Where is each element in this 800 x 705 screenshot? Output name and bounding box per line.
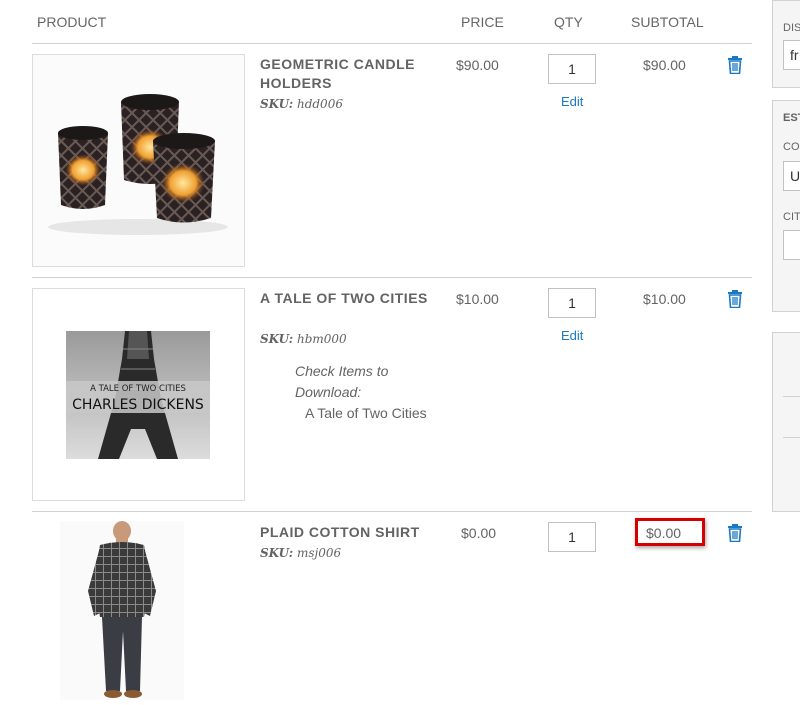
product-name-link[interactable]: GEOMETRIC CANDLE HOLDERS (260, 55, 435, 93)
totals-panel (772, 332, 800, 512)
sku-label: SKU: (260, 332, 294, 346)
trash-icon[interactable] (727, 524, 743, 542)
product-image-tale-of-two-cities[interactable]: A TALE OF TWO CITIES CHARLES DICKENS (32, 288, 245, 501)
item-subtotal: $90.00 (643, 57, 686, 73)
discount-label: DIS (783, 22, 800, 34)
cover-author-text: CHARLES DICKENS (72, 397, 204, 413)
discount-input[interactable]: fr (783, 40, 800, 70)
estimate-title: EST (783, 112, 800, 124)
row-divider (32, 511, 752, 512)
download-link-item[interactable]: A Tale of Two Cities (305, 405, 427, 421)
product-image-candle-holders[interactable] (32, 54, 245, 267)
column-header-product: PRODUCT (37, 14, 107, 30)
sku-value: hbm000 (296, 332, 347, 346)
edit-link[interactable]: Edit (561, 328, 583, 343)
trash-icon[interactable] (727, 56, 743, 74)
item-price: $90.00 (456, 57, 499, 73)
item-price: $10.00 (456, 291, 499, 307)
city-input[interactable] (783, 230, 800, 260)
column-header-price: PRICE (461, 14, 504, 30)
city-label: CIT (783, 211, 800, 223)
totals-divider (783, 396, 800, 397)
country-label: CO (783, 141, 800, 153)
country-select[interactable]: Ur (783, 161, 800, 191)
sku-label: SKU: (260, 546, 294, 560)
item-subtotal: $10.00 (643, 291, 686, 307)
product-name-link[interactable]: A TALE OF TWO CITIES (260, 289, 435, 308)
product-sku: SKU: hbm000 (260, 332, 347, 346)
qty-input[interactable] (548, 522, 596, 552)
highlight-box (635, 518, 705, 546)
totals-divider (783, 437, 800, 438)
column-header-qty: QTY (554, 14, 583, 30)
header-divider (32, 43, 752, 44)
product-sku: SKU: hdd006 (260, 97, 343, 111)
sku-value: hdd006 (296, 97, 343, 111)
item-price: $0.00 (461, 525, 497, 541)
row-divider (32, 277, 752, 278)
edit-link[interactable]: Edit (561, 94, 583, 109)
downloads-title: Check Items to Download: (295, 363, 389, 400)
product-sku: SKU: msj006 (260, 546, 341, 560)
product-image-plaid-shirt[interactable] (60, 521, 184, 700)
qty-input[interactable] (548, 54, 596, 84)
trash-icon[interactable] (727, 290, 743, 308)
product-name-link[interactable]: PLAID COTTON SHIRT (260, 523, 435, 542)
sku-label: SKU: (260, 97, 294, 111)
estimate-panel (772, 100, 800, 312)
qty-input[interactable] (548, 288, 596, 318)
column-header-subtotal: SUBTOTAL (631, 14, 704, 30)
cover-title-text: A TALE OF TWO CITIES (90, 384, 186, 394)
sku-value: msj006 (296, 546, 342, 560)
